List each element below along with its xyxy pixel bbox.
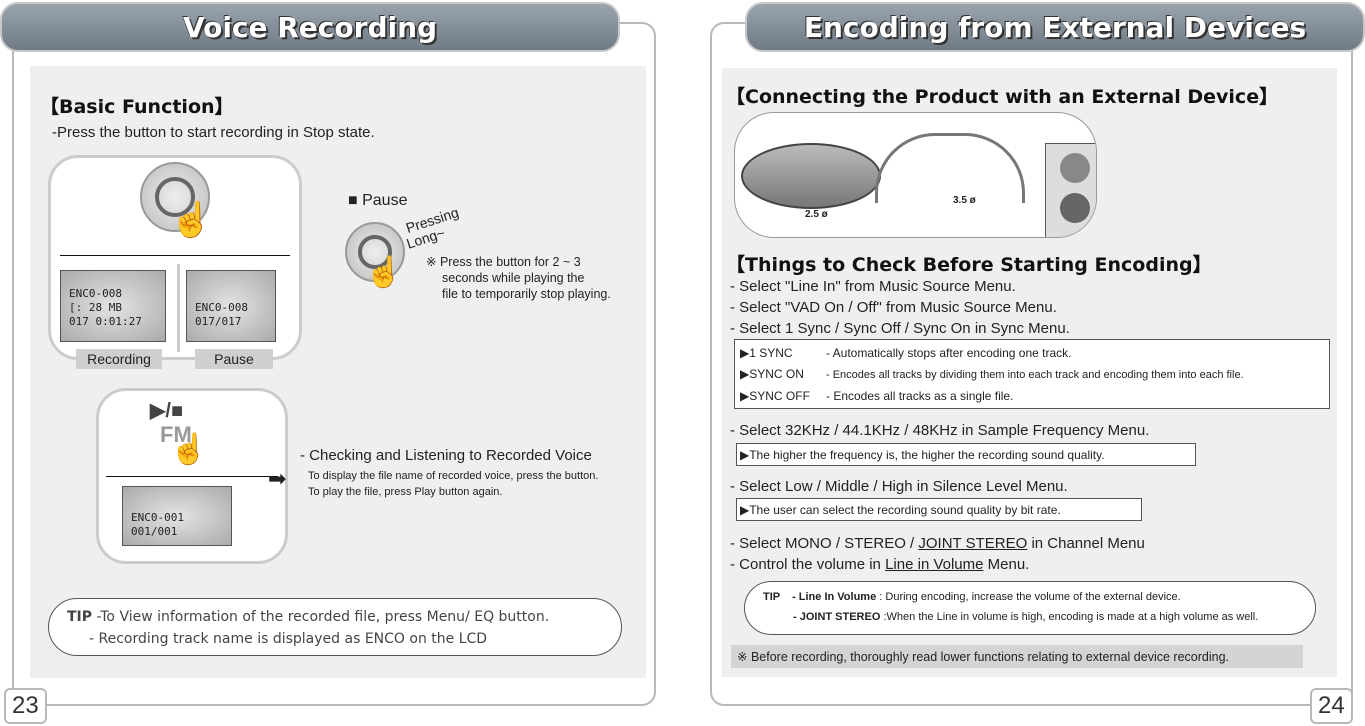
warning-note: ※ Before recording, thoroughly read lowe…	[731, 645, 1303, 668]
silence-note: ▶The user can select the recording sound…	[736, 498, 1142, 521]
step-channel: - Select MONO / STEREO / JOINT STEREO in…	[730, 535, 1145, 552]
lcd-line: [: 28 MB	[69, 301, 122, 314]
square-bullet-icon: ■	[348, 192, 363, 209]
sync-option: ▶SYNC ON - Encodes all tracks by dividing…	[740, 367, 1244, 381]
device-connection-image: 2.5 ø 3.5 ø	[734, 112, 1097, 238]
speaker-icon	[1060, 153, 1090, 183]
connecting-heading: 【Connecting the Product with an External…	[726, 86, 1279, 108]
step-volume: - Control the volume in Line in Volume M…	[730, 556, 1029, 573]
lcd-line: 001/001	[131, 525, 178, 538]
hand-pointer-icon: ☝	[170, 201, 213, 239]
play-stop-icon: ▶/■	[150, 400, 184, 422]
intro-text: -Press the button to start recording in …	[52, 124, 375, 141]
step: - Select "Line In" from Music Source Men…	[730, 278, 1016, 295]
tip-line: - Recording track name is displayed as E…	[89, 631, 488, 647]
frequency-note: ▶The higher the frequency is, the higher…	[736, 443, 1196, 466]
speaker-icon	[1060, 193, 1090, 223]
right-page-title: Encoding from External Devices	[745, 2, 1365, 52]
joint-stereo-underlined: JOINT STEREO	[918, 535, 1028, 552]
label-pause: Pause	[195, 349, 273, 369]
left-tip-box: TIP -To View information of the recorded…	[48, 598, 622, 656]
tip-item: TIP - Line In Volume : During encoding, …	[763, 591, 1181, 603]
sync-option: ▶1 SYNC - Automatically stops after encod…	[740, 346, 1072, 360]
check-lines: To display the file name of recorded voi…	[308, 468, 598, 500]
step-frequency: - Select 32KHz / 44.1KHz / 48KHz in Samp…	[730, 422, 1150, 439]
text: - Control the volume in	[730, 556, 886, 573]
lcd-line: ENC0-001	[131, 511, 184, 524]
lcd-line: ENC0-008	[69, 287, 122, 300]
lcd-file: ENC0-001 001/001	[122, 486, 232, 546]
lcd-separator	[177, 264, 180, 352]
page-number-right: 24	[1310, 688, 1353, 724]
check-heading: - Checking and Listening to Recorded Voi…	[300, 447, 592, 464]
left-page-title: Voice Recording	[0, 2, 620, 52]
right-tip-box: TIP - Line In Volume : During encoding, …	[744, 581, 1316, 635]
line-in-volume-underlined: Line in Volume	[885, 556, 984, 573]
page-number-left: 23	[4, 688, 47, 724]
text: in Channel Menu	[1027, 535, 1145, 552]
lcd-recording: ENC0-008 [: 28 MB 017 0:01:27	[60, 270, 166, 342]
sync-options-box: ▶1 SYNC - Automatically stops after encod…	[734, 339, 1330, 409]
hand-pointer-icon: ☝	[170, 433, 208, 466]
divider	[60, 255, 290, 256]
pause-note: ※ Press the button for 2 ~ 3 seconds whi…	[426, 254, 611, 302]
step-silence: - Select Low / Middle / High in Silence …	[730, 478, 1068, 495]
step: - Select 1 Sync / Sync Off / Sync On in …	[730, 320, 1070, 337]
lcd-pause: ENC0-008 017/017	[186, 270, 276, 342]
pause-heading-text: Pause	[362, 192, 408, 209]
jack-small-label: 2.5 ø	[805, 209, 828, 220]
note-line: file to temporarily stop playing.	[442, 287, 611, 301]
lcd-line: 017/017	[195, 315, 242, 328]
tip-label: TIP	[67, 609, 93, 625]
check-line: To play the file, press Play button agai…	[308, 486, 503, 498]
sync-option: ▶SYNC OFF - Encodes all tracks as a singl…	[740, 389, 1014, 403]
text: - Select MONO / STEREO /	[730, 535, 919, 552]
note-line: seconds while playing the	[442, 271, 585, 285]
player-device	[741, 143, 881, 209]
tip-item: - JOINT STEREO :When the Line in volume …	[793, 611, 1259, 623]
pause-heading: ■ Pause	[348, 192, 407, 210]
steps-1: - Select "Line In" from Music Source Men…	[730, 276, 1070, 339]
label-recording: Recording	[76, 349, 162, 369]
text: Menu.	[983, 556, 1030, 573]
basic-function-heading: 【Basic Function】	[40, 96, 234, 118]
divider	[106, 476, 278, 477]
hand-pointer-icon: ☝	[365, 256, 403, 289]
things-to-check-heading: 【Things to Check Before Starting Encodin…	[726, 254, 1212, 276]
step: - Select "VAD On / Off" from Music Sourc…	[730, 299, 1057, 316]
arrow-right-icon: ➡	[268, 466, 287, 491]
jack-large-label: 3.5 ø	[953, 195, 976, 206]
cable	[875, 133, 1025, 203]
lcd-line: ENC0-008	[195, 301, 248, 314]
check-line: To display the file name of recorded voi…	[308, 470, 599, 482]
tip-line: -To View information of the recorded fil…	[96, 609, 550, 625]
lcd-line: 017 0:01:27	[69, 315, 142, 328]
note-line: ※ Press the button for 2 ~ 3	[426, 255, 581, 269]
